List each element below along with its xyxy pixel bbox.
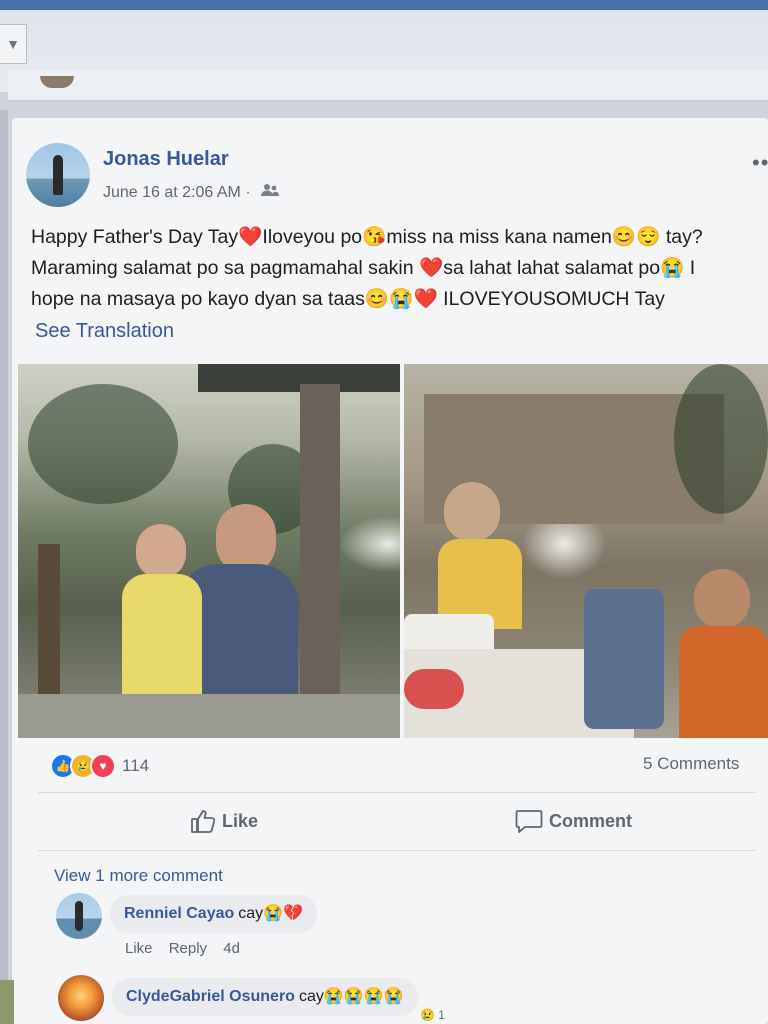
photo-boy-face	[694, 569, 750, 629]
photo-food	[404, 669, 464, 709]
comment-button-label: Comment	[549, 810, 633, 831]
comment-text: cay😭💔	[238, 905, 304, 922]
post-text-line: Happy Father's Day Tay❤️Iloveyou po😘miss…	[31, 226, 703, 248]
view-more-comments-link[interactable]: View 1 more comment	[54, 866, 223, 886]
more-options-icon[interactable]: •••	[752, 150, 768, 176]
side-thumbnail	[0, 980, 14, 1024]
avatar-figure	[75, 901, 83, 931]
sad-reaction-icon: 😢	[420, 1008, 435, 1022]
see-translation-link[interactable]: See Translation	[35, 320, 174, 343]
photo-pillar	[300, 384, 340, 714]
divider	[38, 792, 756, 793]
post-text-line: hope na masaya po kayo dyan sa taas😊😭❤️ …	[31, 288, 665, 310]
post-meta: June 16 at 2:06 AM ·	[103, 183, 280, 202]
photo-palm-shape	[674, 364, 768, 514]
reaction-count: 114	[122, 756, 150, 775]
comment-bubble-icon	[515, 810, 543, 833]
like-button[interactable]: Like	[190, 806, 258, 836]
like-button-label: Like	[222, 810, 259, 831]
post-timestamp[interactable]: June 16 at 2:06 AM	[103, 184, 241, 201]
divider	[38, 850, 756, 851]
photo-palm-shape	[28, 384, 178, 504]
comment-actions: Like Reply 4d	[125, 940, 252, 957]
commenter-name[interactable]: Renniel Cayao	[124, 905, 234, 922]
author-avatar[interactable]	[26, 143, 90, 207]
previous-avatar	[40, 76, 74, 88]
left-edge	[0, 110, 8, 1024]
photo-ground	[18, 694, 400, 738]
commenter-avatar[interactable]	[56, 893, 102, 939]
comment-reaction-count: 1	[438, 1008, 445, 1022]
comment-age[interactable]: 4d	[223, 940, 240, 957]
dropdown-toggle[interactable]: ▼	[0, 24, 27, 64]
commenter-name[interactable]: ClydeGabriel Osunero	[126, 988, 295, 1005]
meta-separator: ·	[245, 184, 251, 201]
comment-button[interactable]: Comment	[515, 806, 632, 836]
photo-boy-shirt	[679, 626, 768, 738]
author-name[interactable]: Jonas Huelar	[103, 148, 229, 171]
love-reaction-icon: ♥	[90, 753, 116, 779]
photo-child-face	[444, 482, 500, 542]
commenter-avatar[interactable]	[58, 975, 104, 1021]
post-text: Happy Father's Day Tay❤️Iloveyou po😘miss…	[31, 222, 768, 315]
post-photo-father-and-child[interactable]	[18, 364, 400, 738]
reaction-summary[interactable]: 👍 😢 ♥ 114	[50, 753, 150, 779]
friends-audience-icon[interactable]	[261, 184, 280, 200]
post-photo-birthday-table[interactable]	[404, 364, 768, 738]
comment-bubble: ClydeGabriel Osunero cay😭😭😭😭	[112, 978, 418, 1016]
comment-reaction-badge[interactable]: 😢 1	[420, 1008, 445, 1022]
comment-text: cay😭😭😭😭	[298, 988, 404, 1005]
header-blue-strip	[0, 0, 768, 10]
comment-reply-link[interactable]: Reply	[169, 940, 207, 957]
photo-roof	[198, 364, 400, 392]
photo-chair	[584, 589, 664, 729]
photo-child-face	[136, 524, 186, 579]
chevron-down-icon: ▼	[6, 36, 20, 52]
comments-count[interactable]: 5 Comments	[643, 754, 739, 774]
comment-bubble: Renniel Cayao cay😭💔	[110, 895, 318, 933]
comment-like-link[interactable]: Like	[125, 940, 153, 957]
previous-post-edge	[8, 70, 768, 101]
thumbs-up-icon	[191, 810, 216, 833]
post-text-line: Maraming salamat po sa pagmamahal sakin …	[31, 257, 696, 279]
avatar-figure	[53, 155, 63, 195]
